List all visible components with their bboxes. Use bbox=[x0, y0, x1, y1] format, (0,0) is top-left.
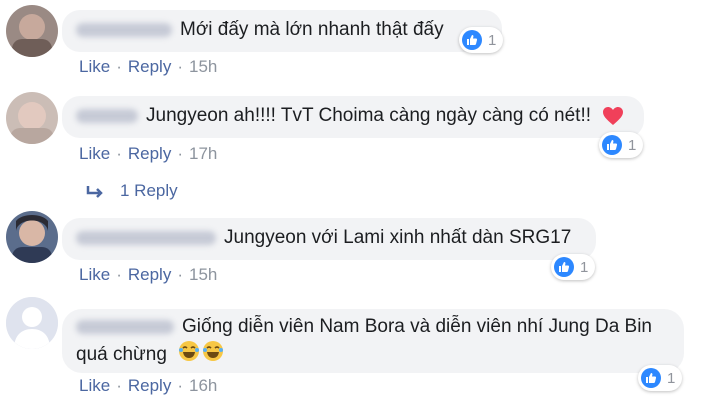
avatar[interactable] bbox=[6, 92, 58, 144]
timestamp[interactable]: 15h bbox=[189, 57, 217, 76]
like-icon bbox=[641, 368, 661, 388]
view-replies-link[interactable]: 1 Reply bbox=[86, 181, 178, 201]
avatar[interactable] bbox=[6, 297, 58, 349]
like-link[interactable]: Like bbox=[79, 376, 110, 395]
comment-actions: Like · Reply · 16h bbox=[79, 376, 218, 395]
timestamp[interactable]: 15h bbox=[189, 265, 217, 284]
reaction-count[interactable]: 1 bbox=[459, 27, 504, 53]
laughing-tears-emoji bbox=[202, 340, 224, 370]
reply-link[interactable]: Reply bbox=[128, 144, 171, 163]
timestamp[interactable]: 16h bbox=[189, 376, 217, 395]
like-icon bbox=[602, 135, 622, 155]
commenter-name[interactable] bbox=[76, 22, 172, 37]
reaction-count[interactable]: 1 bbox=[599, 132, 644, 158]
reaction-count[interactable]: 1 bbox=[551, 254, 596, 280]
comment-bubble: Jungyeon với Lami xinh nhất dàn SRG17 bbox=[62, 218, 596, 260]
reply-link[interactable]: Reply bbox=[128, 265, 171, 284]
comment-text-line1: Giống diễn viên Nam Bora và diễn viên nh… bbox=[182, 316, 652, 337]
commenter-name[interactable] bbox=[76, 319, 174, 334]
timestamp[interactable]: 17h bbox=[189, 144, 217, 163]
comment-actions: Like · Reply · 15h bbox=[79, 57, 218, 76]
commenter-name[interactable] bbox=[76, 108, 138, 123]
like-icon bbox=[462, 30, 482, 50]
commenter-name[interactable] bbox=[76, 230, 216, 245]
reply-arrow-icon bbox=[86, 185, 103, 198]
comment-text: Jungyeon ah!!!! TvT Choima càng ngày càn… bbox=[146, 105, 592, 126]
comment-text: Jungyeon với Lami xinh nhất dàn SRG17 bbox=[224, 227, 572, 248]
like-link[interactable]: Like bbox=[79, 57, 110, 76]
reply-link[interactable]: Reply bbox=[128, 57, 171, 76]
reaction-count[interactable]: 1 bbox=[638, 365, 683, 391]
like-icon bbox=[554, 257, 574, 277]
comment-bubble: Mới đấy mà lớn nhanh thật đấy bbox=[62, 10, 502, 52]
comment-actions: Like · Reply · 17h bbox=[79, 144, 218, 163]
avatar[interactable] bbox=[6, 211, 58, 263]
avatar[interactable] bbox=[6, 5, 58, 57]
comment-bubble: Jungyeon ah!!!! TvT Choima càng ngày càn… bbox=[62, 96, 644, 138]
like-link[interactable]: Like bbox=[79, 265, 110, 284]
comment-bubble: Giống diễn viên Nam Bora và diễn viên nh… bbox=[62, 309, 684, 373]
reply-link[interactable]: Reply bbox=[128, 376, 171, 395]
like-link[interactable]: Like bbox=[79, 144, 110, 163]
comment-text: Mới đấy mà lớn nhanh thật đấy bbox=[180, 19, 444, 40]
comment-actions: Like · Reply · 15h bbox=[79, 265, 218, 284]
replies-count[interactable]: 1 Reply bbox=[120, 181, 178, 200]
comment-text-line2: quá chừng bbox=[76, 344, 167, 366]
laughing-tears-emoji bbox=[178, 340, 200, 370]
heart-icon bbox=[603, 106, 624, 125]
